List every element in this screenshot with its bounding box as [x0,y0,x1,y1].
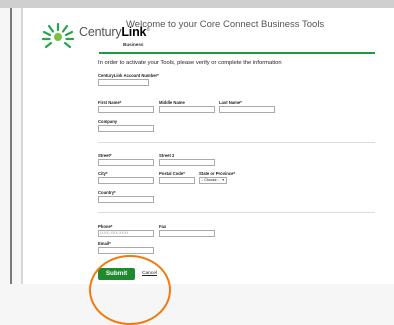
first-name-label: First Name* [98,100,122,105]
phone-label: Phone* [98,224,113,229]
street-input[interactable] [98,159,154,166]
intro-text: In order to activate your Tools, please … [98,60,282,66]
account-number-input[interactable] [98,79,149,86]
last-name-label: Last Name* [219,100,242,105]
street2-label: Street 2 [159,153,175,158]
state-label: State or Province* [199,171,236,176]
section-divider-1 [98,142,375,143]
header-divider [99,52,375,54]
section-divider-2 [98,212,375,213]
country-label: Country* [98,190,116,195]
postal-code-label: Postal Code* [159,171,185,176]
company-input[interactable] [98,125,154,132]
street-label: Street* [98,153,112,158]
centurylink-logo-icon [41,22,75,49]
submit-button[interactable]: Submit [98,268,135,280]
brand-prefix: Century [79,25,122,39]
street2-input[interactable] [159,159,215,166]
middle-name-input[interactable] [159,106,215,113]
first-name-input[interactable] [98,106,154,113]
email-label: Email* [98,241,111,246]
company-label: Company [98,119,118,124]
state-select[interactable]: - Choose - ▾ [199,177,227,184]
city-label: City* [98,171,108,176]
highlight-circle [89,255,171,325]
page-title: Welcome to your Core Connect Business To… [126,19,325,30]
city-input[interactable] [98,177,154,184]
email-input[interactable] [98,247,154,254]
fax-input[interactable] [159,230,215,237]
brand-sub: Business [123,42,144,47]
last-name-input[interactable] [219,106,275,113]
country-input[interactable] [98,196,154,203]
account-number-label: CenturyLink Account Number* [98,73,159,78]
middle-name-label: Middle Name [159,100,185,105]
cancel-link[interactable]: Cancel [142,271,157,276]
page-panel: CenturyLink® Business Welcome to your Co… [21,8,394,325]
postal-code-input[interactable] [159,177,195,184]
left-edge-line [10,8,12,284]
triangle-down-icon: ▾ [222,178,224,182]
state-select-value: - Choose - [202,178,219,182]
fax-label: Fax [159,224,167,229]
phone-input[interactable]: (XXX) XXX-XXXX [98,230,154,237]
browser-top-bar [0,0,394,8]
